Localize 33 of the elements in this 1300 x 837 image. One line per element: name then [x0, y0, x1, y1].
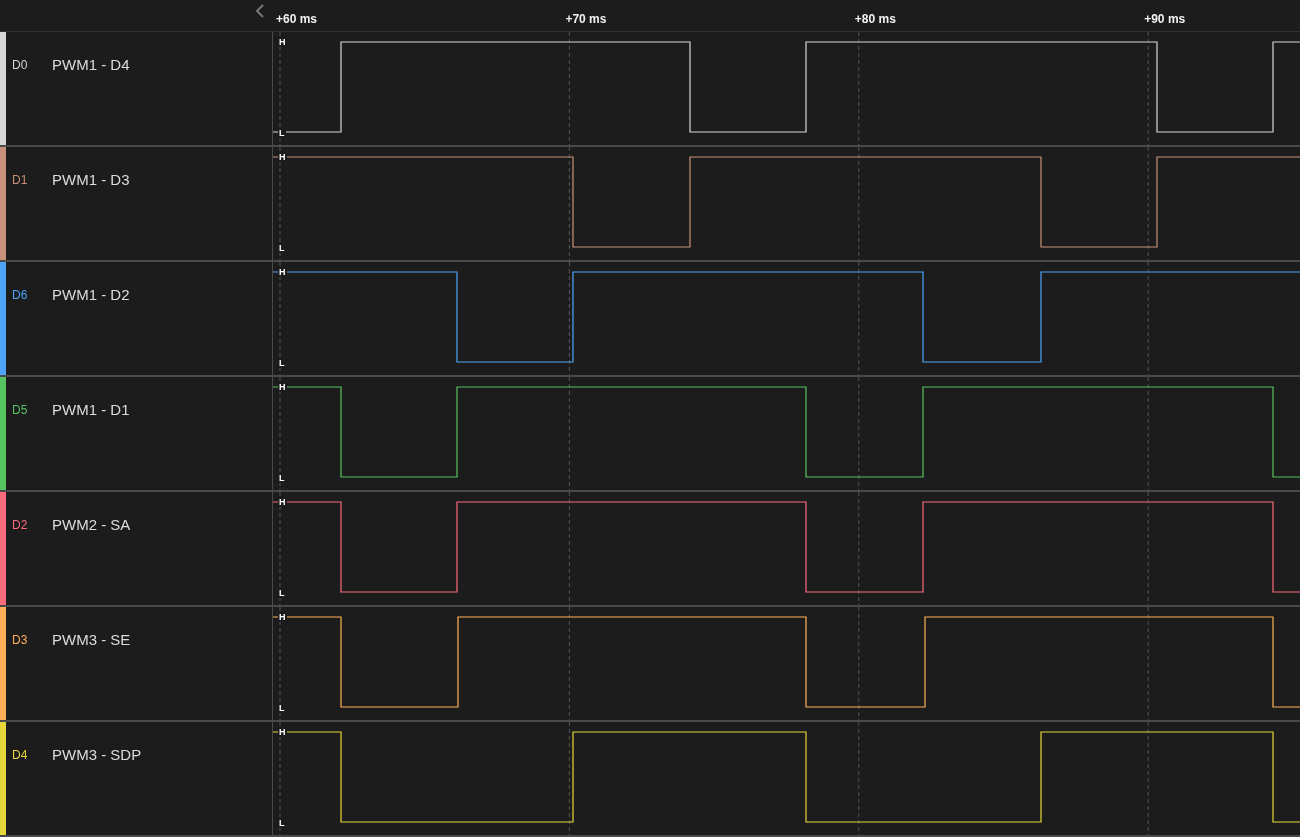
channel-name: PWM2 - SA [52, 516, 131, 533]
channel-id: D0 [12, 57, 29, 72]
high-level-label: H [278, 37, 287, 47]
channel-name: PWM1 - D1 [52, 401, 130, 418]
low-level-label: L [278, 588, 286, 598]
time-tick-label: +90 ms [1144, 12, 1186, 26]
channel-id: D5 [12, 402, 29, 417]
channel-name: PWM1 - D2 [52, 286, 130, 303]
channel-id: D4 [12, 747, 29, 762]
low-level-label: L [278, 128, 286, 138]
low-level-label: L [278, 243, 286, 253]
channel-id: D1 [12, 172, 29, 187]
high-level-label: H [278, 267, 287, 277]
low-level-label: L [278, 358, 286, 368]
low-level-label: L [278, 818, 286, 828]
channel-id: D6 [12, 287, 29, 302]
high-level-label: H [278, 497, 287, 507]
time-tick-label: +70 ms [565, 12, 607, 26]
channel-id: D2 [12, 517, 29, 532]
time-tick-label: +60 ms [276, 12, 318, 26]
channel-name: PWM3 - SE [52, 631, 131, 648]
channel-name: PWM3 - SDP [52, 746, 142, 763]
high-level-label: H [278, 152, 287, 162]
low-level-label: L [278, 703, 286, 713]
channel-name: PWM1 - D3 [52, 171, 130, 188]
high-level-label: H [278, 612, 287, 622]
high-level-label: H [278, 382, 287, 392]
channel-id: D3 [12, 632, 29, 647]
chevron-left-icon[interactable] [255, 4, 265, 18]
time-tick-label: +80 ms [854, 12, 896, 26]
high-level-label: H [278, 727, 287, 737]
low-level-label: L [278, 473, 286, 483]
channel-name: PWM1 - D4 [52, 56, 130, 73]
